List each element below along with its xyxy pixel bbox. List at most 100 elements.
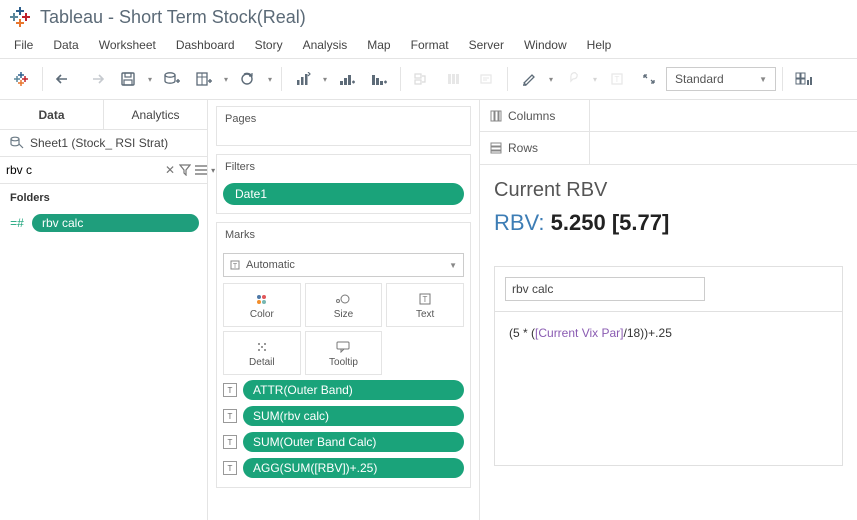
text-format-icon[interactable]: T <box>602 64 632 94</box>
tooltip-icon <box>336 339 350 355</box>
menu-dashboard[interactable]: Dashboard <box>166 34 245 58</box>
marks-text-label: Text <box>416 309 434 320</box>
menu-window[interactable]: Window <box>514 34 577 58</box>
text-pill-sum-outer-band-calc[interactable]: T SUM(Outer Band Calc) <box>223 431 464 453</box>
datasource-row[interactable]: Sheet1 (Stock_ RSI Strat) <box>0 130 207 156</box>
new-worksheet-icon[interactable] <box>189 64 219 94</box>
totals-icon[interactable] <box>439 64 469 94</box>
text-mark-icon: T <box>223 383 237 397</box>
formula-text-prefix: (5 * ( <box>509 326 535 340</box>
save-dropdown-icon[interactable]: ▾ <box>145 75 155 84</box>
highlight-icon[interactable] <box>514 64 544 94</box>
app-title: Tableau - Short Term Stock(Real) <box>40 7 306 28</box>
filter-pill-date1[interactable]: Date1 <box>223 183 464 205</box>
pin-dropdown-icon[interactable]: ▾ <box>590 75 600 84</box>
undo-icon[interactable] <box>49 64 79 94</box>
pill-label: ATTR(Outer Band) <box>243 380 464 400</box>
tab-data[interactable]: Data <box>0 100 103 129</box>
fit-icon[interactable] <box>634 64 664 94</box>
filters-card: Filters Date1 <box>216 154 471 214</box>
menu-analysis[interactable]: Analysis <box>293 34 358 58</box>
tableau-home-icon[interactable] <box>6 64 36 94</box>
columns-icon <box>490 110 502 122</box>
pages-shelf[interactable] <box>217 131 470 145</box>
menu-map[interactable]: Map <box>357 34 400 58</box>
datasource-icon <box>10 136 24 150</box>
filter-icon[interactable] <box>179 164 191 176</box>
swap-dropdown-icon[interactable]: ▾ <box>320 75 330 84</box>
rows-label: Rows <box>508 141 538 155</box>
marks-detail-label: Detail <box>249 357 275 368</box>
formula-parameter: [Current Vix Par] <box>535 326 623 340</box>
datasource-name: Sheet1 (Stock_ RSI Strat) <box>30 136 168 150</box>
menu-worksheet[interactable]: Worksheet <box>89 34 166 58</box>
folders-header: Folders <box>0 184 207 208</box>
group-icon[interactable] <box>407 64 437 94</box>
clear-icon[interactable] <box>233 64 263 94</box>
marks-tooltip-label: Tooltip <box>329 357 358 368</box>
menu-format[interactable]: Format <box>401 34 459 58</box>
rbv-bracket: [5.77] <box>612 210 669 235</box>
toolbar: ▾ ▾ ▾ ▾ ▾ ▾ T Standard ▼ <box>0 58 857 100</box>
marks-color-button[interactable]: Color <box>223 283 301 327</box>
svg-text:T: T <box>233 263 238 270</box>
swap-icon[interactable] <box>288 64 318 94</box>
marks-size-label: Size <box>334 309 353 320</box>
text-mark-icon: T <box>223 461 237 475</box>
pages-header: Pages <box>217 107 470 131</box>
menu-bar: File Data Worksheet Dashboard Story Anal… <box>0 34 857 58</box>
sheet-title[interactable]: Current RBV <box>494 179 843 202</box>
menu-data[interactable]: Data <box>43 34 88 58</box>
cards-pane: Pages Filters Date1 Marks T Automatic ▼ <box>208 100 480 520</box>
fit-selector[interactable]: Standard ▼ <box>666 67 776 91</box>
list-view-icon[interactable] <box>195 165 207 175</box>
field-rbv-calc[interactable]: =# rbv calc <box>8 212 199 234</box>
view-pane: Columns Rows Current RBV RBV: 5.250 [5.7… <box>480 100 857 520</box>
calc-formula-input[interactable]: (5 * ([Current Vix Par]/18))+.25 <box>495 312 842 354</box>
rbv-mark[interactable]: RBV: 5.250 [5.77] <box>494 210 843 236</box>
marks-header: Marks <box>217 223 470 247</box>
marks-detail-button[interactable]: Detail <box>223 331 301 375</box>
color-icon <box>255 291 269 307</box>
sort-asc-icon[interactable] <box>332 64 362 94</box>
show-me-icon[interactable] <box>789 64 819 94</box>
text-mark-icon: T <box>223 435 237 449</box>
menu-story[interactable]: Story <box>245 34 293 58</box>
fit-selector-label: Standard <box>675 72 724 86</box>
menu-help[interactable]: Help <box>577 34 622 58</box>
clear-search-icon[interactable]: ✕ <box>165 163 175 177</box>
menu-server[interactable]: Server <box>459 34 514 58</box>
save-icon[interactable] <box>113 64 143 94</box>
marks-type-label: Automatic <box>246 259 295 271</box>
new-worksheet-dropdown-icon[interactable]: ▾ <box>221 75 231 84</box>
marks-color-label: Color <box>250 309 274 320</box>
chevron-down-icon: ▼ <box>759 75 767 84</box>
sort-desc-icon[interactable] <box>364 64 394 94</box>
rbv-label: RBV: <box>494 210 545 235</box>
size-icon <box>335 291 351 307</box>
menu-file[interactable]: File <box>4 34 43 58</box>
text-pill-sum-rbv-calc[interactable]: T SUM(rbv calc) <box>223 405 464 427</box>
calc-name-input[interactable]: rbv calc <box>505 277 705 301</box>
text-mark-icon: T <box>223 409 237 423</box>
show-labels-icon[interactable] <box>471 64 501 94</box>
text-pill-attr-outer-band[interactable]: T ATTR(Outer Band) <box>223 379 464 401</box>
marks-size-button[interactable]: Size <box>305 283 383 327</box>
marks-card: Marks T Automatic ▼ Color S <box>216 222 471 488</box>
marks-text-button[interactable]: T Text <box>386 283 464 327</box>
tab-analytics[interactable]: Analytics <box>103 100 207 129</box>
highlight-dropdown-icon[interactable]: ▾ <box>546 75 556 84</box>
clear-dropdown-icon[interactable]: ▾ <box>265 75 275 84</box>
text-pill-agg-sum-rbv[interactable]: T AGG(SUM([RBV])+.25) <box>223 457 464 479</box>
text-icon: T <box>419 291 431 307</box>
pill-label: SUM(Outer Band Calc) <box>243 432 464 452</box>
marks-tooltip-button[interactable]: Tooltip <box>305 331 383 375</box>
search-input[interactable] <box>6 163 161 177</box>
rbv-value: 5.250 <box>551 210 606 235</box>
marks-type-selector[interactable]: T Automatic ▼ <box>223 253 464 277</box>
field-label: rbv calc <box>32 214 199 232</box>
calc-field-icon: =# <box>8 216 26 230</box>
pin-icon[interactable] <box>558 64 588 94</box>
new-datasource-icon[interactable] <box>157 64 187 94</box>
redo-icon[interactable] <box>81 64 111 94</box>
